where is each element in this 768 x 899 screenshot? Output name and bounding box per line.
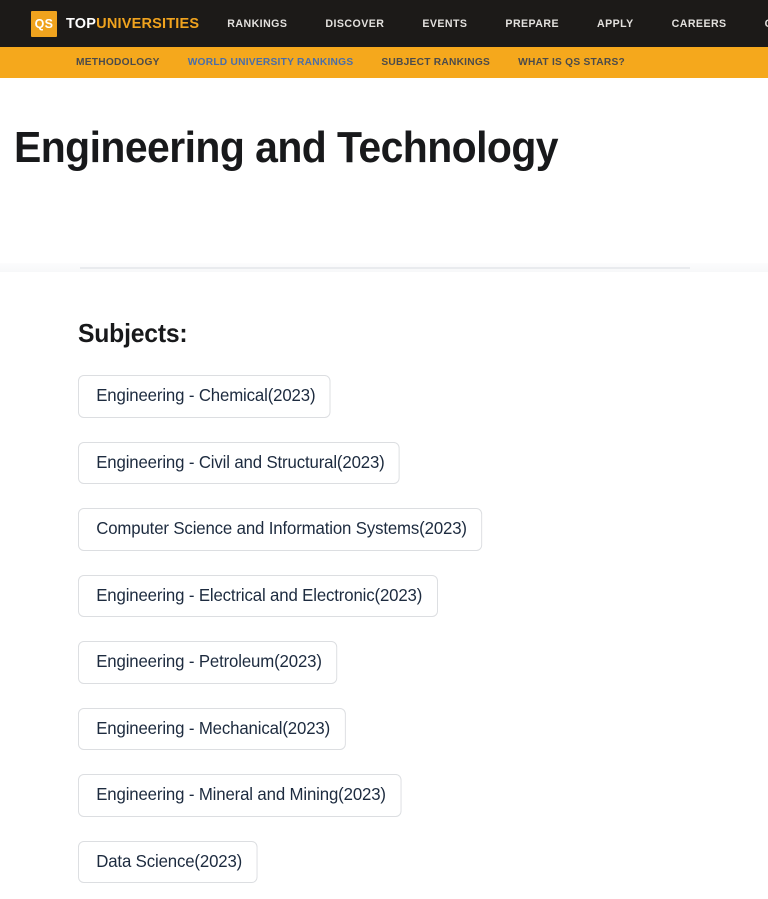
subnav-item-subject-rankings[interactable]: SUBJECT RANKINGS <box>381 57 490 68</box>
brand-word-universities: UNIVERSITIES <box>96 15 200 32</box>
nav-item-events[interactable]: EVENTS <box>422 18 467 30</box>
subjects-heading: Subjects: <box>78 318 188 348</box>
nav-item-prepare[interactable]: PREPARE <box>505 18 559 30</box>
nav-item-rankings[interactable]: RANKINGS <box>227 18 287 30</box>
primary-navigation: RANKINGS DISCOVER EVENTS PREPARE APPLY C… <box>227 18 768 30</box>
page-title: Engineering and Technology <box>14 123 559 172</box>
list-item: Engineering - Chemical(2023) <box>78 375 768 418</box>
subnav-item-what-is-qs-stars[interactable]: WHAT IS QS STARS? <box>518 57 625 68</box>
subnav-item-methodology[interactable]: METHODOLOGY <box>76 57 160 68</box>
horizontal-rule <box>80 267 690 269</box>
nav-item-apply[interactable]: APPLY <box>597 18 634 30</box>
site-header: QS TOPUNIVERSITIES RANKINGS DISCOVER EVE… <box>0 0 768 47</box>
list-item: Data Science(2023) <box>78 840 768 883</box>
nav-item-community[interactable]: COMMUNITY <box>765 18 768 30</box>
list-item: Computer Science and Information Systems… <box>78 508 768 551</box>
subject-button-data-science[interactable]: Data Science(2023) <box>78 840 258 883</box>
list-item: Engineering - Mechanical(2023) <box>78 707 768 750</box>
brand-wordmark: TOPUNIVERSITIES <box>66 16 199 32</box>
subject-list: Engineering - Chemical(2023) Engineering… <box>78 375 768 883</box>
nav-item-discover[interactable]: DISCOVER <box>325 18 384 30</box>
list-item: Engineering - Mineral and Mining(2023) <box>78 774 768 817</box>
list-item: Engineering - Petroleum(2023) <box>78 641 768 684</box>
subject-button-engineering-civil-and-structural[interactable]: Engineering - Civil and Structural(2023) <box>78 441 400 484</box>
subject-button-engineering-petroleum[interactable]: Engineering - Petroleum(2023) <box>78 641 338 684</box>
page-header-area: Engineering and Technology <box>0 78 768 263</box>
subject-button-engineering-mineral-and-mining[interactable]: Engineering - Mineral and Mining(2023) <box>78 774 402 817</box>
section-divider-band <box>0 263 768 272</box>
site-logo[interactable]: QS TOPUNIVERSITIES <box>31 10 199 37</box>
list-item: Engineering - Civil and Structural(2023) <box>78 441 768 484</box>
brand-word-top: TOP <box>66 15 97 32</box>
qs-logo-icon: QS <box>31 10 57 37</box>
list-item: Engineering - Electrical and Electronic(… <box>78 574 768 617</box>
subjects-section: Subjects: Engineering - Chemical(2023) E… <box>0 272 768 883</box>
subject-button-engineering-chemical[interactable]: Engineering - Chemical(2023) <box>78 375 331 418</box>
subject-button-computer-science-and-information-systems[interactable]: Computer Science and Information Systems… <box>78 508 483 551</box>
subnav-item-world-university-rankings[interactable]: WORLD UNIVERSITY RANKINGS <box>188 57 354 68</box>
secondary-navigation: METHODOLOGY WORLD UNIVERSITY RANKINGS SU… <box>0 47 768 78</box>
subject-button-engineering-electrical-and-electronic[interactable]: Engineering - Electrical and Electronic(… <box>78 574 438 617</box>
nav-item-careers[interactable]: CAREERS <box>672 18 727 30</box>
subject-button-engineering-mechanical[interactable]: Engineering - Mechanical(2023) <box>78 707 346 750</box>
